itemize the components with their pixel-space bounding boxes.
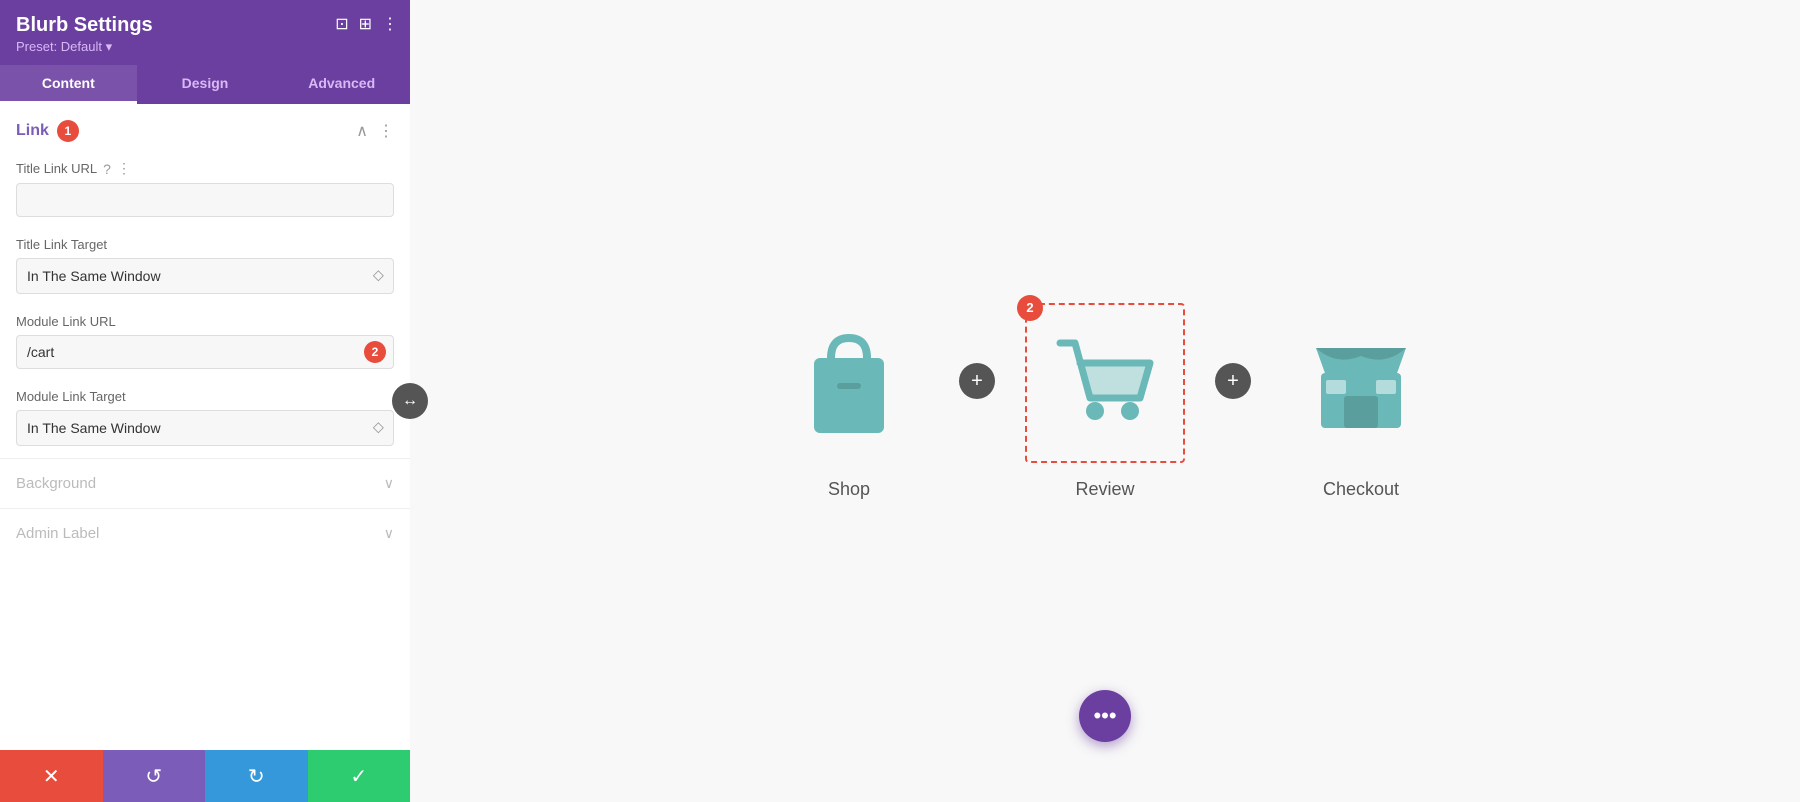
link-section-title: Link 1 xyxy=(16,120,79,142)
resize-handle[interactable]: ↔ xyxy=(392,383,428,419)
title-link-target-group: Title Link Target In The Same Window In … xyxy=(0,229,410,306)
blurb-box-checkout[interactable] xyxy=(1281,303,1441,463)
title-link-help-icon[interactable]: ? xyxy=(103,161,111,177)
title-link-target-select-wrap: In The Same Window In The New Tab xyxy=(16,258,394,294)
review-icon xyxy=(1050,328,1160,438)
link-section-header: Link 1 ∧ ⋮ xyxy=(0,104,410,152)
add-button-2[interactable]: + xyxy=(1215,363,1251,399)
blurb-label-review: Review xyxy=(1075,479,1134,500)
minimize-icon[interactable]: ⊡ xyxy=(335,14,348,34)
blurb-item-review: 2 Review xyxy=(1025,303,1185,500)
save-button[interactable]: ✓ xyxy=(308,750,411,802)
title-link-target-label: Title Link Target xyxy=(16,237,394,252)
module-link-target-select-wrap: In The Same Window In The New Tab xyxy=(16,410,394,446)
tab-design[interactable]: Design xyxy=(137,65,274,104)
sidebar-tabs: Content Design Advanced xyxy=(0,65,410,104)
background-section[interactable]: Background ∨ xyxy=(0,458,410,508)
sidebar-preset[interactable]: Preset: Default ▾ xyxy=(16,39,394,55)
blurb-box-review[interactable] xyxy=(1025,303,1185,463)
redo-button[interactable]: ↻ xyxy=(205,750,308,802)
grid-icon[interactable]: ⊞ xyxy=(359,14,372,34)
cancel-button[interactable]: ✕ xyxy=(0,750,103,802)
blurb-item-shop: Shop xyxy=(769,303,929,500)
blurb-label-shop: Shop xyxy=(828,479,870,500)
module-link-target-group: Module Link Target In The Same Window In… xyxy=(0,381,410,458)
link-more-icon[interactable]: ⋮ xyxy=(378,121,394,141)
blurb-row: Shop + 2 Review + xyxy=(769,303,1441,500)
tab-advanced[interactable]: Advanced xyxy=(273,65,410,104)
sidebar-header: Blurb Settings Preset: Default ▾ ⊡ ⊞ ⋮ xyxy=(0,0,410,65)
blurb-label-checkout: Checkout xyxy=(1323,479,1399,500)
blurb-box-shop[interactable] xyxy=(769,303,929,463)
module-link-target-select[interactable]: In The Same Window In The New Tab xyxy=(16,410,394,446)
title-link-dots-icon[interactable]: ⋮ xyxy=(117,160,131,177)
background-chevron-icon: ∨ xyxy=(384,475,394,492)
sidebar: Blurb Settings Preset: Default ▾ ⊡ ⊞ ⋮ C… xyxy=(0,0,410,802)
main-content: Shop + 2 Review + xyxy=(410,0,1800,802)
link-collapse-icon[interactable]: ∧ xyxy=(356,121,368,141)
module-link-url-group: Module Link URL 2 xyxy=(0,306,410,381)
sidebar-content: Link 1 ∧ ⋮ Title Link URL ? ⋮ Title Link… xyxy=(0,104,410,750)
background-label: Background xyxy=(16,475,96,492)
link-badge: 1 xyxy=(57,120,79,142)
sidebar-bottom: ✕ ↺ ↻ ✓ xyxy=(0,750,410,802)
module-link-url-label: Module Link URL xyxy=(16,314,394,329)
shop-icon xyxy=(799,328,899,438)
fab-button[interactable]: ••• xyxy=(1079,690,1131,742)
checkout-icon xyxy=(1306,328,1416,438)
blurb-item-checkout: Checkout xyxy=(1281,303,1441,500)
title-link-target-select[interactable]: In The Same Window In The New Tab xyxy=(16,258,394,294)
review-badge: 2 xyxy=(1017,295,1043,321)
more-icon[interactable]: ⋮ xyxy=(382,14,398,34)
module-link-url-input[interactable] xyxy=(16,335,394,369)
link-section-icons: ∧ ⋮ xyxy=(356,121,394,141)
admin-label-chevron-icon: ∨ xyxy=(384,525,394,542)
title-link-url-input[interactable] xyxy=(16,183,394,217)
tab-content[interactable]: Content xyxy=(0,65,137,104)
module-link-url-badge: 2 xyxy=(364,341,386,363)
module-link-target-label: Module Link Target xyxy=(16,389,394,404)
undo-button[interactable]: ↺ xyxy=(103,750,206,802)
title-link-url-label: Title Link URL ? ⋮ xyxy=(16,160,394,177)
admin-label-label: Admin Label xyxy=(16,525,99,542)
sidebar-header-icons: ⊡ ⊞ ⋮ xyxy=(335,14,398,34)
title-link-url-group: Title Link URL ? ⋮ xyxy=(0,152,410,229)
add-button-1[interactable]: + xyxy=(959,363,995,399)
admin-label-section[interactable]: Admin Label ∨ xyxy=(0,508,410,558)
module-link-url-input-wrap: 2 xyxy=(16,335,394,369)
